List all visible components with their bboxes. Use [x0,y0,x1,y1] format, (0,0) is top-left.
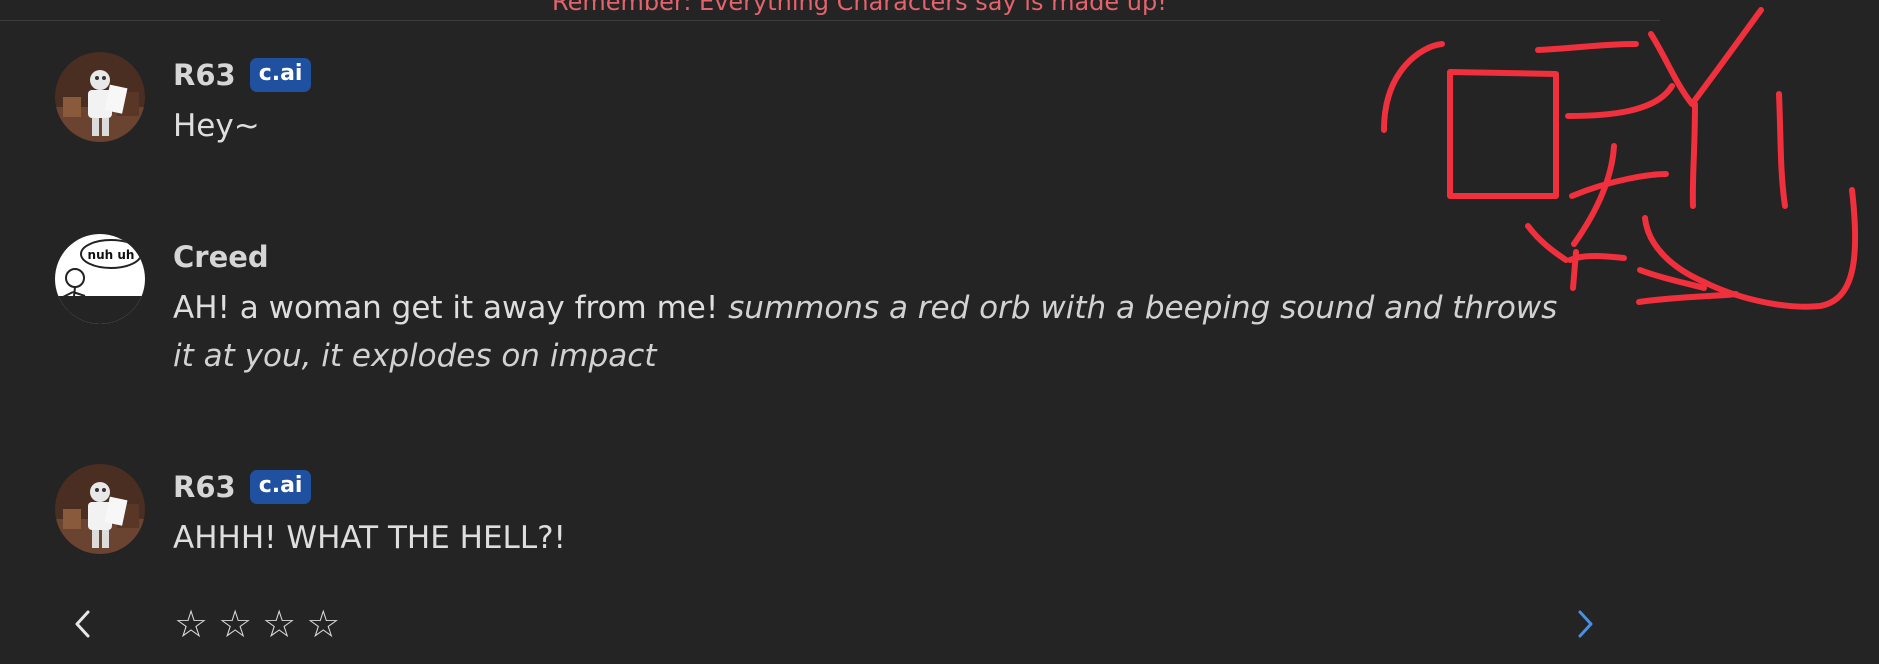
previous-response-button[interactable] [66,606,102,642]
message-item: nuh uh Creed AH! a woman get it away fro… [55,234,1557,384]
rating-star[interactable]: ☆ [306,596,340,652]
nuh-uh-meme-avatar-icon: nuh uh [55,234,145,324]
chevron-right-icon [1578,610,1593,638]
message-text: AHHH! WHAT THE HELL?! [173,520,566,556]
robot-character-avatar-icon [55,464,145,554]
disclaimer-banner: Remember: Everything Characters say is m… [552,0,1167,16]
cai-badge: c.ai [249,58,312,92]
message-text: Hey~ [173,108,260,144]
author-name[interactable]: Creed [173,240,269,274]
next-response-button[interactable] [1566,606,1602,642]
message-item: R63 c.ai AHHH! WHAT THE HELL?! [55,464,1555,564]
chevron-left-icon [75,610,90,638]
divider [0,20,1660,21]
message-text: AH! a woman get it away from me! summons… [173,284,1578,380]
message-item: R63 c.ai Hey~ [55,52,1555,152]
character-avatar[interactable] [55,464,145,554]
cai-badge: c.ai [249,470,312,504]
message-plain-text: AH! a woman get it away from me! [173,290,729,326]
rating-star[interactable]: ☆ [218,596,252,652]
character-avatar[interactable]: nuh uh [55,234,145,324]
star-rating: ☆ ☆ ☆ ☆ [174,596,340,652]
author-name[interactable]: R63 [173,470,236,504]
rating-star[interactable]: ☆ [262,596,296,652]
avatar-caption: nuh uh [88,248,135,262]
author-name[interactable]: R63 [173,58,236,92]
chat-page: Remember: Everything Characters say is m… [0,0,1879,664]
robot-character-avatar-icon [55,52,145,142]
character-avatar[interactable] [55,52,145,142]
rating-star[interactable]: ☆ [174,596,208,652]
message-footer: ☆ ☆ ☆ ☆ [0,596,1879,656]
